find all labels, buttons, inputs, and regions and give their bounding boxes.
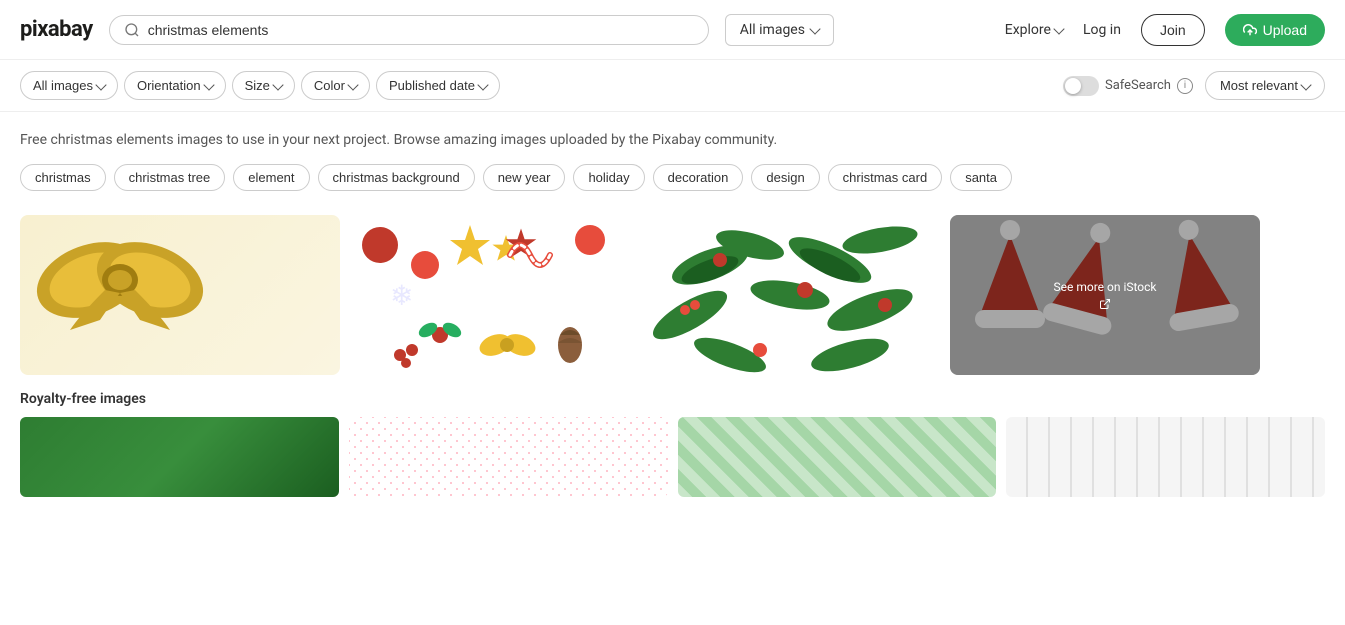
chevron-down-icon <box>477 79 488 90</box>
explore-button[interactable]: Explore <box>1005 22 1063 38</box>
orientation-label: Orientation <box>137 78 201 93</box>
chevron-down-icon <box>95 79 106 90</box>
tag-button[interactable]: design <box>751 164 819 191</box>
image-type-label: All images <box>740 22 805 38</box>
tag-button[interactable]: christmas <box>20 164 106 191</box>
main-content: Free christmas elements images to use in… <box>0 112 1345 517</box>
upload-label: Upload <box>1263 22 1307 38</box>
image-card-ornaments[interactable]: ❄ <box>350 215 620 375</box>
size-label: Size <box>245 78 270 93</box>
safe-search-toggle[interactable] <box>1063 76 1099 96</box>
image-grid-top: ❄ <box>20 215 1325 375</box>
filter-bar: All images Orientation Size Color Publis… <box>0 60 1345 112</box>
login-button[interactable]: Log in <box>1083 22 1121 38</box>
join-button[interactable]: Join <box>1141 14 1205 46</box>
chevron-down-icon <box>1300 79 1311 90</box>
image-card-pine[interactable] <box>630 215 940 375</box>
join-label: Join <box>1160 22 1186 38</box>
bottom-image-card[interactable] <box>349 417 668 497</box>
svg-text:❄: ❄ <box>390 279 413 312</box>
header: pixabay christmas elements All images Ex… <box>0 0 1345 60</box>
pine-image <box>630 215 940 375</box>
tag-button[interactable]: holiday <box>573 164 644 191</box>
relevance-button[interactable]: Most relevant <box>1205 71 1325 100</box>
upload-icon <box>1243 23 1257 37</box>
all-images-filter[interactable]: All images <box>20 71 118 100</box>
image-type-dropdown[interactable]: All images <box>725 14 834 46</box>
chevron-down-icon <box>1053 23 1064 34</box>
safe-search-area: SafeSearch i <box>1063 76 1193 96</box>
search-icon <box>124 22 140 38</box>
search-input[interactable]: christmas elements <box>148 22 694 38</box>
relevance-label: Most relevant <box>1220 78 1298 93</box>
tag-button[interactable]: christmas card <box>828 164 943 191</box>
nav-links: Explore Log in Join Upload <box>1005 14 1325 46</box>
published-date-filter[interactable]: Published date <box>376 71 500 100</box>
safe-search-label: SafeSearch <box>1105 78 1171 93</box>
color-filter[interactable]: Color <box>301 71 370 100</box>
filter-right: SafeSearch i Most relevant <box>1063 71 1325 100</box>
upload-button[interactable]: Upload <box>1225 14 1325 46</box>
bow-image <box>20 215 220 345</box>
explore-label: Explore <box>1005 22 1051 38</box>
search-bar[interactable]: christmas elements <box>109 15 709 45</box>
chevron-down-icon <box>347 79 358 90</box>
info-icon[interactable]: i <box>1177 78 1193 94</box>
login-label: Log in <box>1083 22 1121 38</box>
chevron-down-icon <box>809 23 820 34</box>
image-card-bow[interactable] <box>20 215 340 375</box>
chevron-down-icon <box>272 79 283 90</box>
bottom-grid <box>20 417 1325 497</box>
tags-container: christmas christmas tree element christmas … <box>20 164 1325 191</box>
external-link-icon <box>1099 298 1111 310</box>
bottom-image-card[interactable] <box>20 417 339 497</box>
image-card-santa[interactable]: See more on iStock <box>950 215 1260 375</box>
see-more-overlay[interactable]: See more on iStock <box>950 215 1260 375</box>
orientation-filter[interactable]: Orientation <box>124 71 226 100</box>
ornaments-image: ❄ <box>350 215 620 375</box>
bottom-image-card[interactable] <box>678 417 997 497</box>
tag-button[interactable]: element <box>233 164 309 191</box>
tag-button[interactable]: new year <box>483 164 566 191</box>
see-more-text: See more on iStock <box>1054 280 1157 294</box>
logo[interactable]: pixabay <box>20 17 93 42</box>
tag-button[interactable]: christmas background <box>318 164 475 191</box>
published-date-label: Published date <box>389 78 475 93</box>
bottom-image-card[interactable] <box>1006 417 1325 497</box>
chevron-down-icon <box>203 79 214 90</box>
tag-button[interactable]: santa <box>950 164 1012 191</box>
royalty-free-label: Royalty-free images <box>20 391 1325 407</box>
color-label: Color <box>314 78 345 93</box>
tag-button[interactable]: decoration <box>653 164 744 191</box>
size-filter[interactable]: Size <box>232 71 295 100</box>
tag-button[interactable]: christmas tree <box>114 164 226 191</box>
all-images-label: All images <box>33 78 93 93</box>
search-description: Free christmas elements images to use in… <box>20 132 1325 148</box>
